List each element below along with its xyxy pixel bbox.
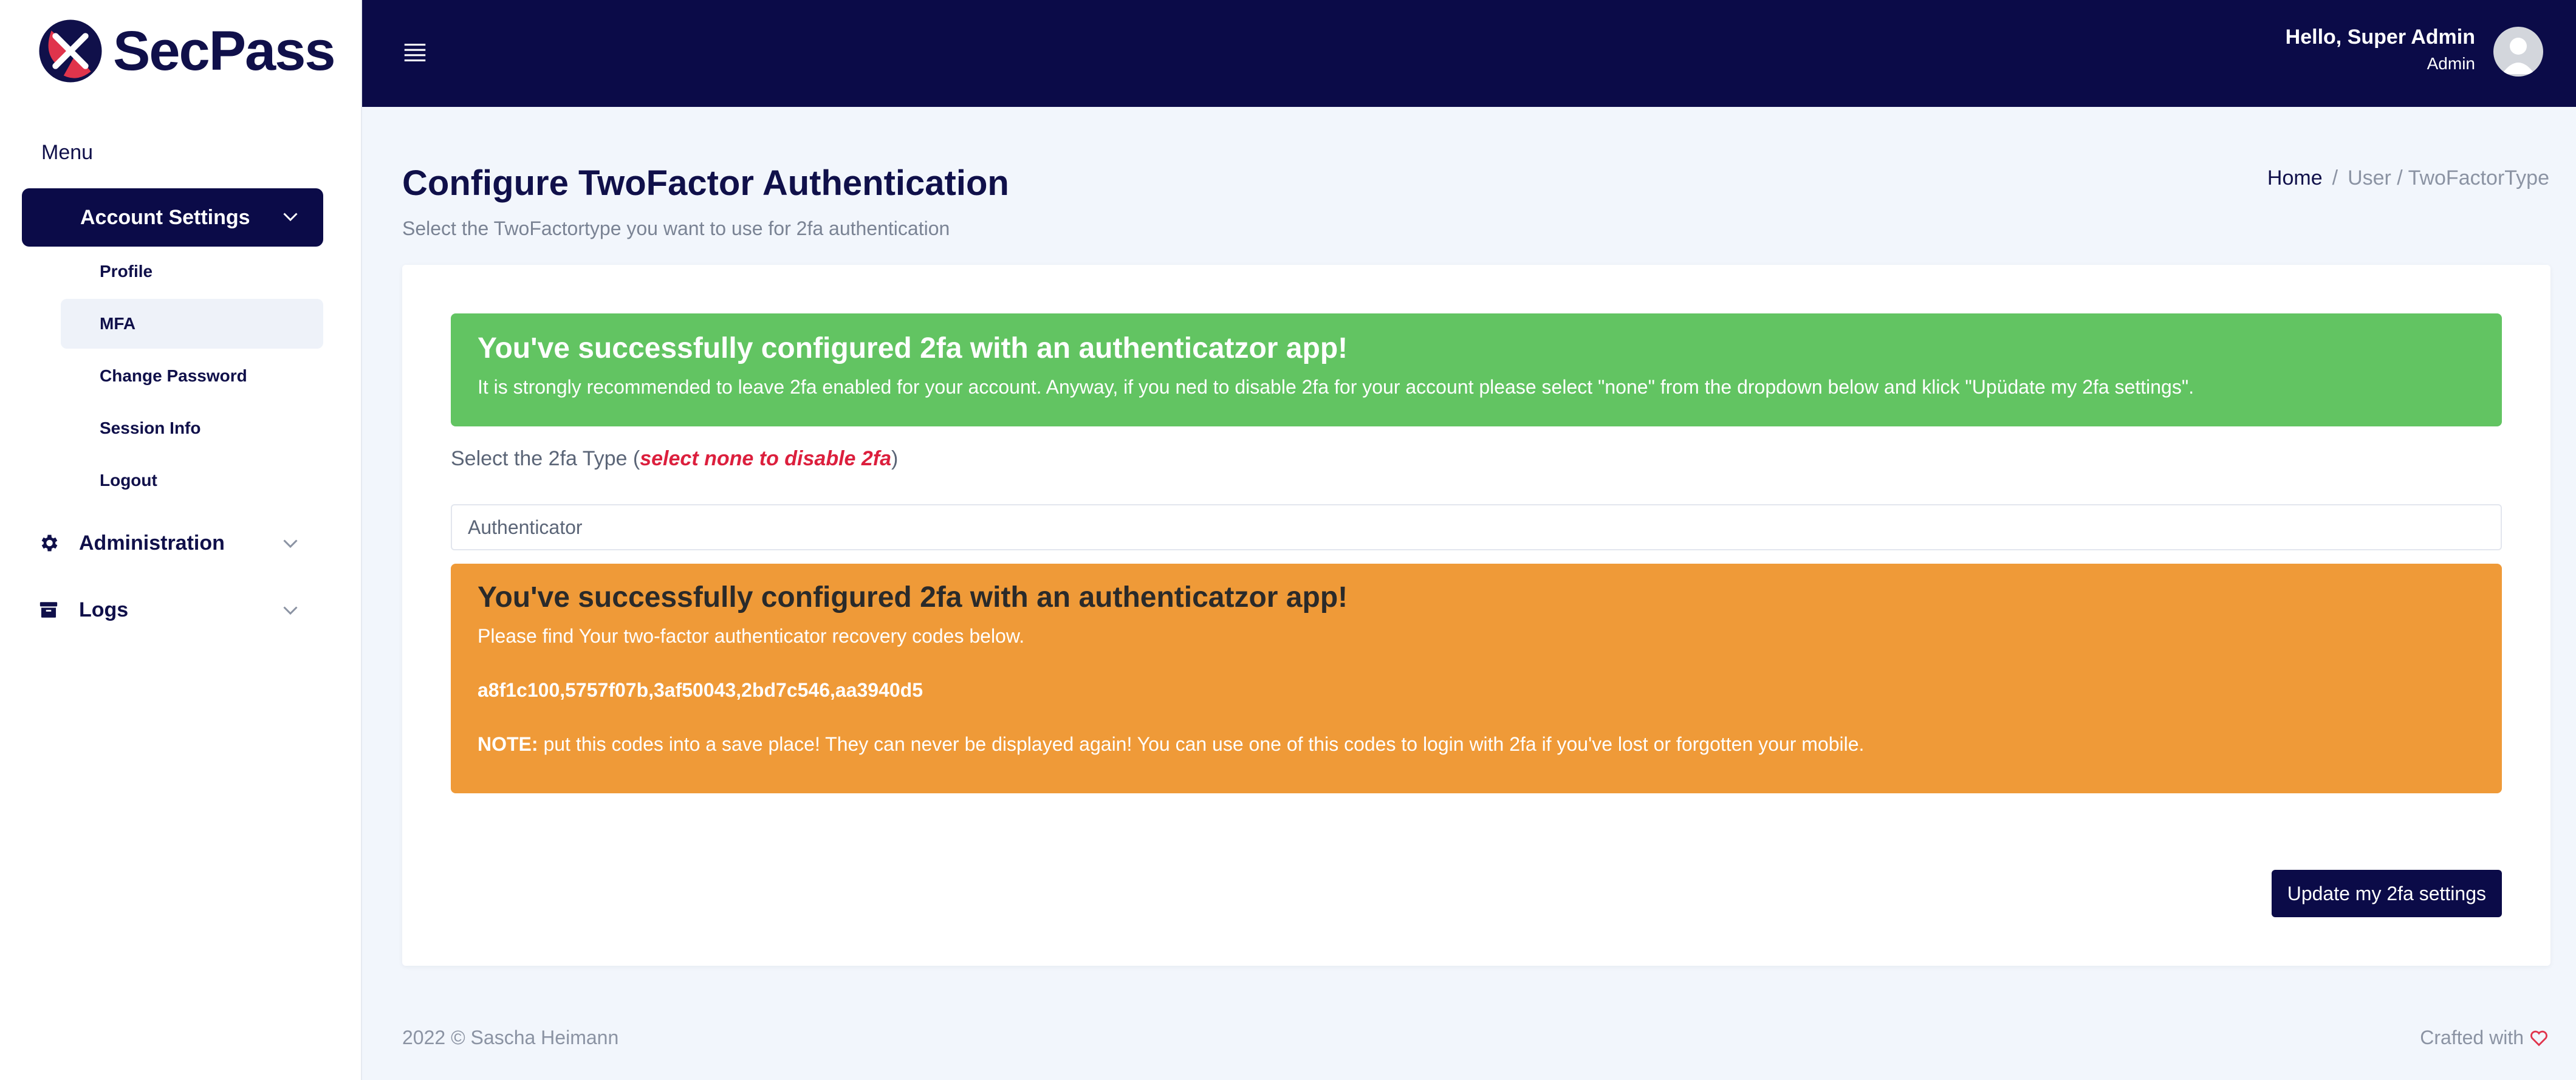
sidebar-subitem-label: Change Password <box>100 366 247 385</box>
heart-icon <box>2530 1030 2547 1046</box>
recovery-codes-alert: You've successfully configured 2fa with … <box>451 564 2502 793</box>
app-logo[interactable]: SecPass <box>36 15 336 87</box>
footer-copyright: 2022 © Sascha Heimann <box>402 1027 619 1048</box>
note-text: put this codes into a save place! They c… <box>538 733 1865 755</box>
label-prefix: Select the 2fa Type ( <box>451 447 640 470</box>
update-2fa-settings-button[interactable]: Update my 2fa settings <box>2271 870 2502 917</box>
app-name: SecPass <box>113 19 336 82</box>
sidebar-item-logs[interactable]: Logs <box>36 586 323 634</box>
user-avatar-icon <box>2502 38 2535 74</box>
sidebar-subitem-session-info[interactable]: Session Info <box>61 403 323 453</box>
sidebar-subitem-label: MFA <box>100 314 136 333</box>
sidebar-subitem-logout[interactable]: Logout <box>61 456 323 505</box>
alert-title: You've successfully configured 2fa with … <box>478 332 1348 364</box>
sidebar-subitem-change-password[interactable]: Change Password <box>61 351 323 401</box>
alert-title: You've successfully configured 2fa with … <box>478 581 1348 613</box>
alert-intro: Please find Your two-factor authenticato… <box>478 625 1025 647</box>
footer-crafted-text: Crafted with <box>2420 1027 2524 1048</box>
menu-heading: Menu <box>41 141 94 164</box>
breadcrumb: Home / User / TwoFactorType <box>2267 166 2549 190</box>
page-subtitle: Select the TwoFactortype you want to use… <box>402 217 950 239</box>
user-name: Hello, Super Admin <box>2285 26 2475 49</box>
recovery-codes: a8f1c100,5757f07b,3af50043,2bd7c546,aa39… <box>478 679 923 701</box>
select-value: Authenticator <box>468 516 583 538</box>
sidebar-subitem-label: Session Info <box>100 419 201 437</box>
user-role: Admin <box>2427 54 2475 73</box>
hamburger-icon[interactable] <box>401 39 429 67</box>
top-navbar: Hello, Super Admin Admin <box>362 0 2576 107</box>
chevron-down-icon <box>283 606 298 615</box>
twofa-type-select[interactable]: Authenticator <box>451 504 2502 550</box>
gear-icon <box>36 531 61 555</box>
label-hint: select none to disable 2fa <box>640 447 892 470</box>
success-alert: You've successfully configured 2fa with … <box>451 313 2502 426</box>
footer-credits: Crafted with <box>2420 1027 2549 1049</box>
mfa-settings-card: You've successfully configured 2fa with … <box>402 265 2550 966</box>
alert-note: NOTE: put this codes into a save place! … <box>478 733 2475 756</box>
sidebar-subitem-label: Profile <box>100 262 153 281</box>
sidebar-subitem-label: Logout <box>100 471 157 490</box>
sidebar-subitem-mfa[interactable]: MFA <box>61 299 323 349</box>
note-label: NOTE: <box>478 733 538 755</box>
avatar[interactable] <box>2493 27 2543 77</box>
chevron-down-icon <box>283 213 298 222</box>
sidebar-item-administration[interactable]: Administration <box>36 519 323 567</box>
alert-text: It is strongly recommended to leave 2fa … <box>478 376 2194 398</box>
sidebar-item-label: Logs <box>79 598 129 621</box>
page-title: Configure TwoFactor Authentication <box>402 163 1009 203</box>
twofa-type-label: Select the 2fa Type (select none to disa… <box>451 447 898 471</box>
secpass-logo-icon <box>39 19 102 83</box>
sidebar-subitem-profile[interactable]: Profile <box>61 247 323 296</box>
archive-box-icon <box>36 598 61 622</box>
breadcrumb-current: User / TwoFactorType <box>2348 166 2549 190</box>
sidebar-item-account-settings[interactable]: Account Settings <box>22 188 323 247</box>
chevron-down-icon <box>283 539 298 549</box>
user-greeting[interactable]: Hello, Super Admin Admin <box>2286 26 2475 73</box>
breadcrumb-home[interactable]: Home <box>2267 166 2323 190</box>
sidebar-item-label: Administration <box>79 531 225 555</box>
label-suffix: ) <box>891 447 899 470</box>
breadcrumb-separator: / <box>2332 166 2338 190</box>
sidebar: SecPass Menu Account Settings Profile MF… <box>0 0 362 1080</box>
sidebar-item-label: Account Settings <box>80 205 250 229</box>
